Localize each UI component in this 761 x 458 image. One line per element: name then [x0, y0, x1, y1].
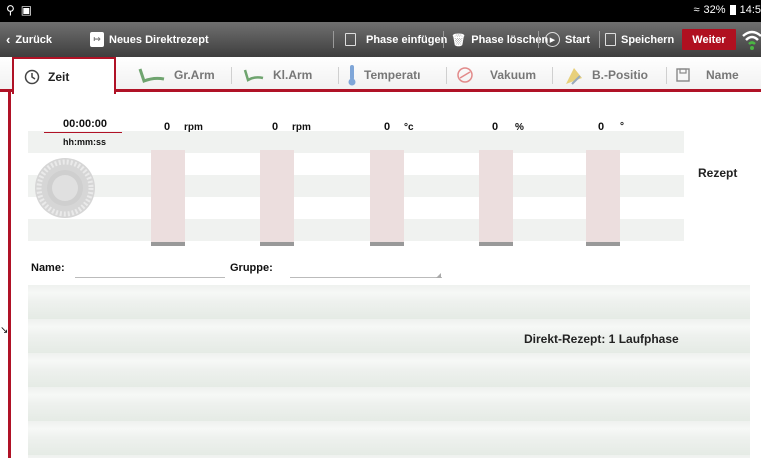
time-underline [44, 132, 122, 133]
position-unit: ° [620, 121, 624, 132]
recipe-title: ↦ Neues Direktrezept [90, 22, 209, 57]
save-icon [605, 33, 616, 46]
back-button[interactable]: ‹ Zurück [6, 22, 52, 57]
separator [538, 31, 539, 48]
position-icon [566, 67, 582, 85]
tab-position[interactable]: B.-Positio [562, 57, 662, 92]
tab-name[interactable]: Name [676, 57, 761, 92]
small-arm-icon [243, 69, 264, 82]
battery-icon [729, 5, 736, 15]
clock-icon [24, 69, 40, 84]
pointer-arrow-icon: ↘ [0, 325, 9, 336]
start-button[interactable]: ▶ Start [545, 22, 590, 57]
location-icon: ⚲ [6, 3, 15, 17]
insert-phase-icon [345, 33, 356, 46]
tab-time[interactable]: Zeit [12, 57, 116, 94]
temperature-gauge [370, 150, 404, 246]
group-label: Gruppe: [230, 262, 273, 274]
small-arm-unit: rpm [292, 122, 311, 133]
insert-phase-label: Phase einfügen [366, 33, 448, 46]
phase-summary[interactable]: Direkt-Rezept: 1 Laufphase [524, 332, 679, 346]
name-label: Name: [31, 262, 65, 274]
insert-phase-button[interactable]: Phase einfügen [345, 22, 447, 57]
save-icon [676, 67, 690, 82]
separator [599, 31, 600, 48]
time-dial[interactable] [34, 157, 96, 219]
position-value[interactable]: 0 [598, 121, 604, 133]
trash-icon: 🗑 [451, 32, 467, 47]
chevron-left-icon: ‹ [6, 32, 11, 47]
action-bar: ‹ Zurück ↦ Neues Direktrezept Phase einf… [0, 22, 761, 57]
vacuum-gauge [479, 150, 513, 246]
temperature-value[interactable]: 0 [384, 121, 390, 133]
vacuum-unit: % [515, 122, 524, 133]
delete-phase-label: Phase löschen [471, 33, 549, 46]
page-title: Neues Direktrezept [109, 33, 209, 46]
save-button[interactable]: Speichern [605, 22, 674, 57]
tab-label: Gr.Arm [174, 67, 215, 82]
new-document-icon: ↦ [90, 32, 104, 47]
dropdown-triangle-icon [436, 273, 441, 278]
small-arm-value[interactable]: 0 [272, 121, 278, 133]
group-select[interactable] [290, 264, 442, 278]
tab-label: B.-Positio [592, 67, 648, 82]
start-label: Start [565, 33, 591, 46]
tab-large-arm[interactable]: Gr.Arm [136, 57, 228, 92]
name-input[interactable] [75, 264, 225, 278]
recipe-label[interactable]: Rezept [698, 166, 737, 180]
wifi-status-icon: ≈ [693, 4, 700, 16]
separator [666, 67, 667, 84]
back-label: Zurück [15, 33, 53, 46]
phase-list[interactable] [28, 285, 750, 458]
tab-label: Zeit [48, 69, 70, 84]
next-button[interactable]: Weiter [682, 29, 736, 50]
delete-phase-button[interactable]: 🗑 Phase löschen [451, 22, 548, 57]
large-arm-unit: rpm [184, 122, 203, 133]
separator [338, 67, 339, 84]
separator [231, 67, 232, 84]
separator [446, 67, 447, 84]
tab-bar: Zeit Gr.Arm Kl.Arm Temperatı Vakuum B.-P… [0, 57, 761, 94]
separator [552, 67, 553, 84]
vacuum-icon [457, 66, 473, 83]
tab-label: Vakuum [490, 67, 537, 82]
large-arm-value[interactable]: 0 [164, 121, 170, 133]
image-notification-icon: ▣ [20, 3, 33, 17]
tab-vacuum[interactable]: Vakuum [456, 57, 542, 92]
vacuum-value[interactable]: 0 [492, 121, 498, 133]
tab-label: Name [706, 67, 739, 82]
small-arm-gauge [260, 150, 294, 246]
large-arm-icon [138, 68, 165, 83]
status-bar: ⚲ ▣ ≈ 32% 14:5 [0, 0, 761, 22]
left-accent-bar [8, 92, 11, 458]
tab-small-arm[interactable]: Kl.Arm [241, 57, 336, 92]
time-format-label: hh:mm:ss [63, 137, 107, 147]
save-label: Speichern [621, 33, 675, 46]
battery-percent: 32% [703, 4, 726, 16]
play-icon: ▶ [545, 32, 560, 47]
position-gauge [586, 150, 620, 246]
tab-label: Kl.Arm [273, 67, 313, 82]
temperature-unit: °c [404, 122, 414, 133]
wifi-icon [742, 30, 761, 50]
separator [333, 31, 334, 48]
tab-label: Temperatı [364, 67, 421, 82]
time-value[interactable]: 00:00:00 [63, 118, 107, 130]
large-arm-gauge [151, 150, 185, 246]
main-content: Zeit Gr.Arm Kl.Arm Temperatı Vakuum B.-P… [0, 57, 761, 458]
thermometer-icon [348, 64, 356, 85]
separator [443, 31, 444, 48]
clock-time: 14:5 [739, 4, 761, 16]
tab-temperature[interactable]: Temperatı [348, 57, 430, 92]
